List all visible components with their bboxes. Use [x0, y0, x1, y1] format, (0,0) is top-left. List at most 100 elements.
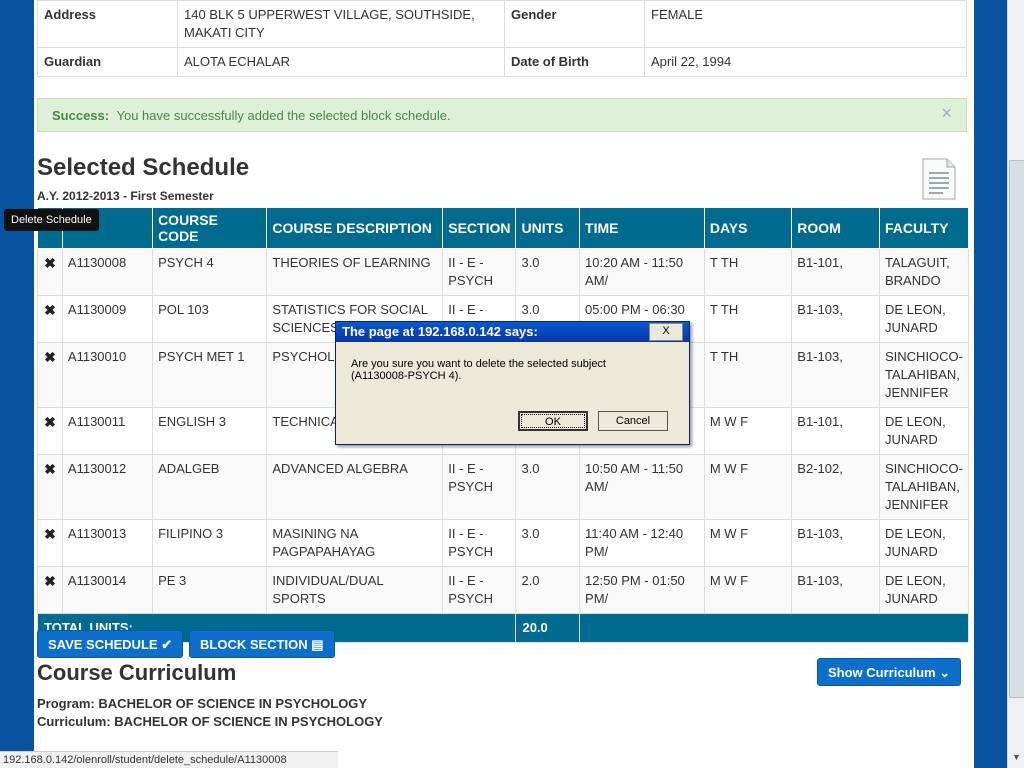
guardian-label: Guardian	[37, 47, 178, 77]
gender-value: FEMALE	[644, 0, 967, 48]
course-description: INDIVIDUAL/DUAL SPORTS	[266, 566, 444, 614]
days: M W F	[703, 566, 793, 614]
dob-label: Date of Birth	[504, 47, 645, 77]
time: 11:40 AM - 12:40 PM/	[579, 519, 705, 567]
dialog-ok-button[interactable]: OK	[518, 411, 588, 431]
dialog-message-line2: (A1130008-PSYCH 4).	[351, 370, 462, 382]
alert-close-button[interactable]: ×	[941, 103, 952, 124]
curriculum-title: Course Curriculum	[37, 660, 237, 685]
faculty: SINCHIOCO-TALAHIBAN, JENNIFER	[879, 342, 969, 408]
section: II - E - PSYCH	[442, 519, 517, 567]
course-code: PSYCH 4	[152, 248, 268, 296]
dialog-cancel-button[interactable]: Cancel	[598, 411, 668, 431]
schedule-id: A1130013	[61, 519, 154, 567]
delete-schedule-icon[interactable]: ✖	[37, 342, 63, 408]
confirm-dialog: The page at 192.168.0.142 says: X Are yo…	[335, 321, 690, 445]
student-info-table: Address 140 BLK 5 UPPERWEST VILLAGE, SOU…	[37, 0, 967, 77]
status-bar: 192.168.0.142/olenroll/student/delete_sc…	[0, 751, 338, 768]
faculty: DE LEON, JUNARD	[879, 519, 969, 567]
address-value: 140 BLK 5 UPPERWEST VILLAGE, SOUTHSIDE, M…	[177, 0, 505, 48]
delete-schedule-tooltip: Delete Schedule	[4, 209, 99, 231]
delete-schedule-icon[interactable]: ✖	[37, 519, 63, 567]
show-curriculum-button[interactable]: Show Curriculum ⌄	[817, 658, 962, 686]
room: B1-101,	[791, 407, 880, 455]
course-code: FILIPINO 3	[152, 519, 268, 567]
course-code: PSYCH MET 1	[152, 342, 268, 408]
save-schedule-button[interactable]: SAVE SCHEDULE ✔︎	[37, 630, 184, 658]
header-time: TIME	[579, 207, 705, 249]
section: II - E - PSYCH	[442, 566, 517, 614]
table-row: ✖ A1130014 PE 3 INDIVIDUAL/DUAL SPORTS I…	[37, 566, 969, 614]
course-code: PE 3	[152, 566, 268, 614]
alert-strong: Success:	[52, 108, 110, 123]
section: II - E - PSYCH	[442, 248, 517, 296]
room: B1-103,	[791, 566, 880, 614]
header-section: SECTION	[442, 207, 517, 249]
course-description: THEORIES OF LEARNING	[266, 248, 444, 296]
dialog-close-button[interactable]: X	[649, 323, 683, 341]
header-room: ROOM	[791, 207, 880, 249]
faculty: SINCHIOCO-TALAHIBAN, JENNIFER	[879, 454, 969, 520]
delete-schedule-icon[interactable]: ✖	[37, 407, 63, 455]
delete-schedule-icon[interactable]: ✖	[37, 295, 63, 343]
course-description: ADVANCED ALGEBRA	[266, 454, 444, 520]
delete-schedule-icon[interactable]: ✖	[37, 454, 63, 520]
header-faculty: FACULTY	[879, 207, 969, 249]
room: B1-103,	[791, 342, 880, 408]
schedule-title: Selected Schedule	[37, 154, 250, 181]
room: B1-101,	[791, 248, 880, 296]
schedule-id: A1130008	[61, 248, 154, 296]
delete-schedule-icon[interactable]: ✖	[37, 566, 63, 614]
address-label: Address	[37, 0, 178, 48]
delete-schedule-icon[interactable]: ✖	[37, 248, 63, 296]
units: 2.0	[515, 566, 581, 614]
room: B2-102,	[791, 454, 880, 520]
dialog-title: The page at 192.168.0.142 says:	[336, 322, 689, 342]
document-icon[interactable]	[921, 158, 957, 200]
guardian-value: ALOTA ECHALAR	[177, 47, 505, 77]
schedule-id: A1130009	[61, 295, 154, 343]
schedule-id: A1130012	[61, 454, 154, 520]
units: 3.0	[515, 454, 581, 520]
scroll-down-arrow-icon[interactable]: ▼	[1009, 752, 1024, 767]
header-days: DAYS	[703, 207, 793, 249]
scrollbar-thumb[interactable]	[1009, 160, 1024, 698]
room: B1-103,	[791, 519, 880, 567]
schedule-id: A1130011	[61, 407, 154, 455]
faculty: DE LEON, JUNARD	[879, 407, 969, 455]
faculty: DE LEON, JUNARD	[879, 566, 969, 614]
days: T TH	[703, 295, 793, 343]
course-description: MASINING NA PAGPAPAHAYAG	[266, 519, 444, 567]
table-row: ✖ A1130012 ADALGEB ADVANCED ALGEBRA II -…	[37, 454, 969, 520]
block-section-label: BLOCK SECTION	[200, 637, 308, 652]
days: T TH	[703, 248, 793, 296]
course-code: POL 103	[152, 295, 268, 343]
room: B1-103,	[791, 295, 880, 343]
schedule-id: A1130014	[61, 566, 154, 614]
days: M W F	[703, 519, 793, 567]
vertical-scrollbar[interactable]: ▼	[1007, 0, 1024, 768]
units: 3.0	[515, 248, 581, 296]
gender-label: Gender	[504, 0, 645, 48]
days: M W F	[703, 454, 793, 520]
faculty: DE LEON, JUNARD	[879, 295, 969, 343]
time: 10:50 AM - 11:50 AM/	[579, 454, 705, 520]
list-icon: ▤	[311, 637, 324, 652]
block-section-button[interactable]: BLOCK SECTION ▤	[189, 630, 335, 658]
chevron-down-icon: ⌄	[939, 665, 951, 680]
days: T TH	[703, 342, 793, 408]
header-description: COURSE DESCRIPTION	[266, 207, 444, 249]
course-code: ENGLISH 3	[152, 407, 268, 455]
total-units-spacer	[579, 613, 969, 643]
alert-message: You have successfully added the selected…	[116, 108, 451, 123]
check-circle-icon: ✔︎	[161, 637, 173, 652]
save-schedule-label: SAVE SCHEDULE	[48, 637, 158, 652]
show-curriculum-label: Show Curriculum	[828, 665, 936, 680]
days: M W F	[703, 407, 793, 455]
section: II - E - PSYCH	[442, 454, 517, 520]
table-row: ✖ A1130013 FILIPINO 3 MASINING NA PAGPAP…	[37, 519, 969, 567]
header-units: UNITS	[515, 207, 581, 249]
dialog-message: Are you sure you want to delete the sele…	[351, 358, 671, 382]
course-code: ADALGEB	[152, 454, 268, 520]
success-alert: Success: You have successfully added the…	[37, 98, 967, 132]
